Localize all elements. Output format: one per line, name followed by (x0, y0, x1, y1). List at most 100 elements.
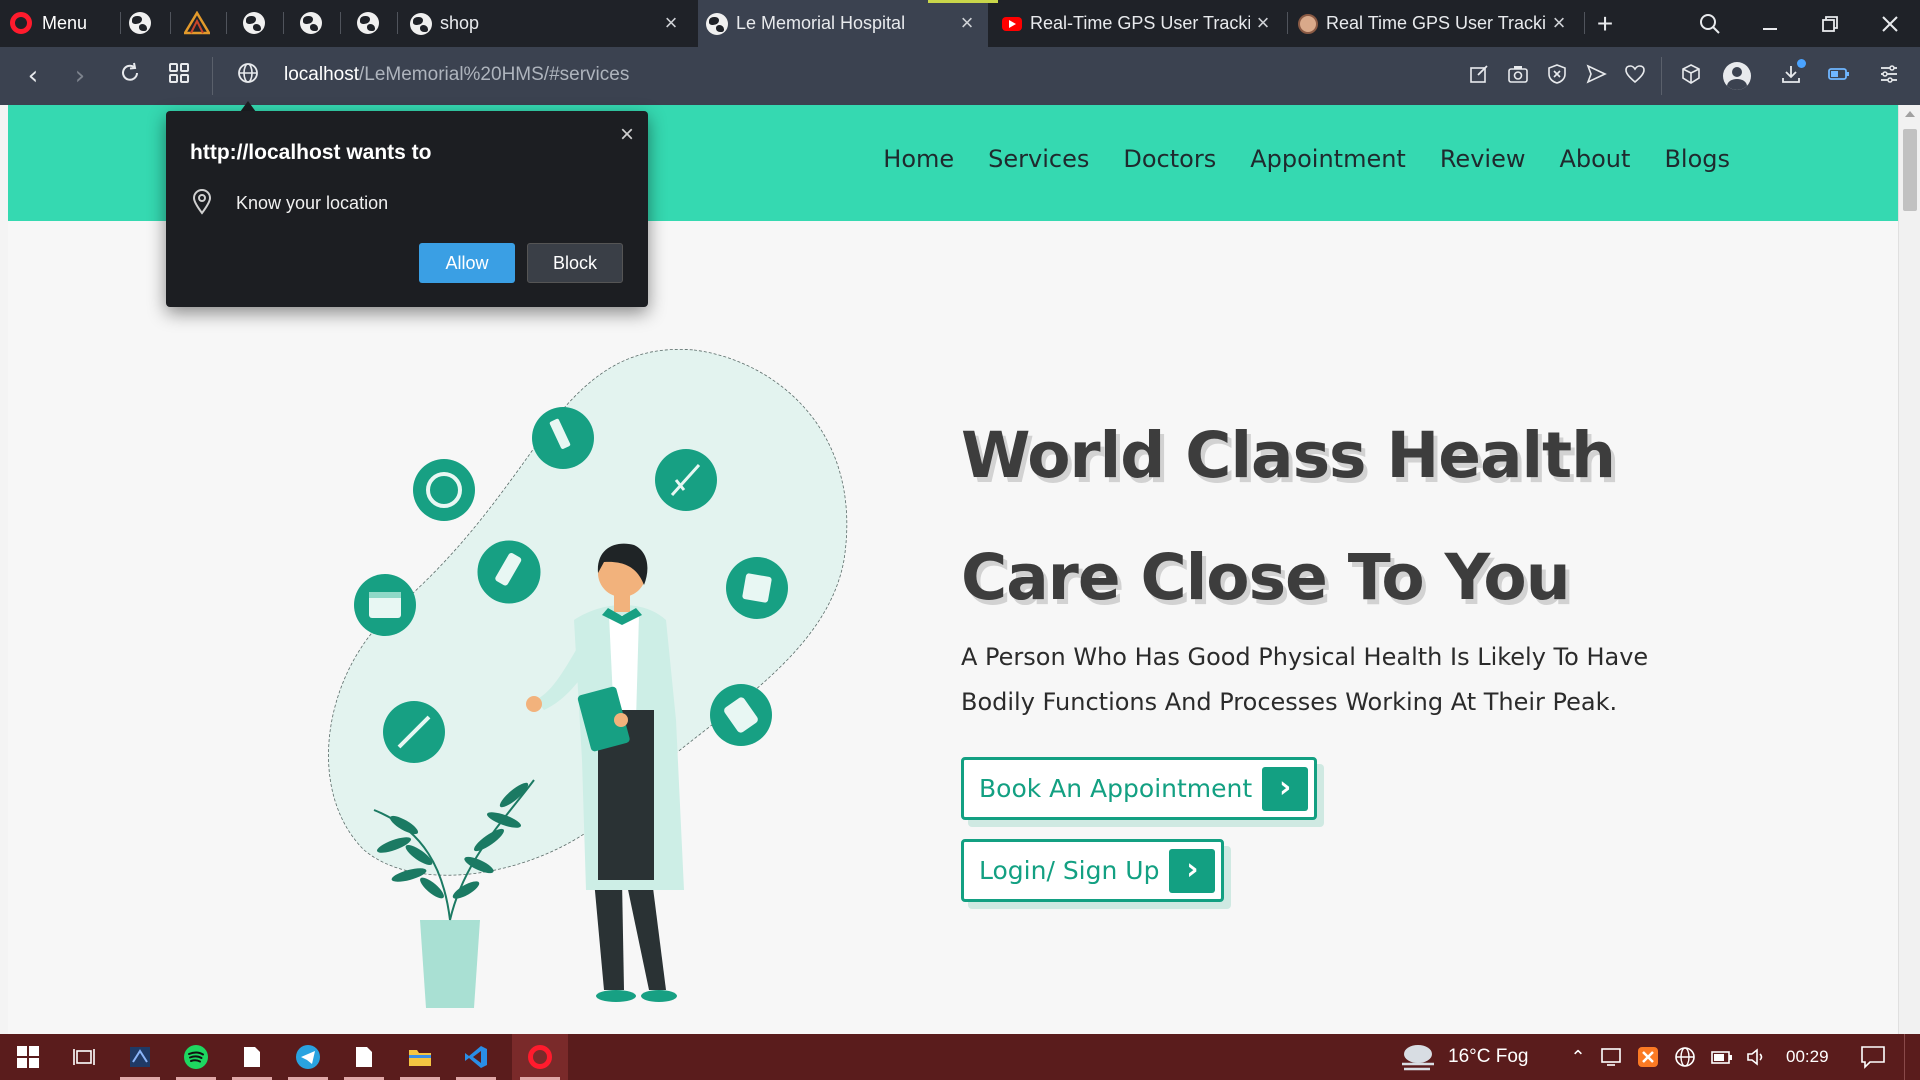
site-info-globe-icon[interactable] (233, 61, 263, 91)
tab-close-icon[interactable]: × (956, 12, 978, 34)
file-explorer-icon[interactable] (392, 1034, 448, 1080)
tab-close-icon[interactable]: × (660, 12, 682, 34)
reload-icon[interactable] (115, 61, 145, 91)
clock[interactable]: 00:29 (1786, 1047, 1829, 1067)
login-signup-button[interactable]: Login/ Sign Up › (961, 839, 1225, 902)
profile-avatar-icon[interactable] (1723, 62, 1751, 90)
extensions-cube-icon[interactable] (1678, 63, 1704, 89)
send-icon[interactable] (1583, 63, 1609, 89)
battery-saver-icon[interactable] (1826, 63, 1852, 89)
download-badge (1797, 59, 1806, 68)
pinned-tab-3[interactable] (239, 8, 269, 38)
url-host: localhost (284, 64, 359, 85)
hero-subtitle: A Person Who Has Good Physical Health Is… (961, 643, 1649, 716)
globe-icon (706, 12, 728, 35)
tab-gps-tracking-youtube[interactable]: Real-Time GPS User Trackin × (994, 0, 1284, 47)
block-button[interactable]: Block (527, 243, 623, 283)
downloads-icon[interactable] (1778, 59, 1806, 89)
opera-menu-button[interactable]: Menu (10, 8, 87, 38)
nav-home[interactable]: Home (883, 145, 954, 173)
chevron-right-icon: › (1169, 848, 1216, 893)
document-icon[interactable] (224, 1034, 280, 1080)
browser-tab-strip: Menu shop × Le Memorial Hospital × Real-… (0, 0, 1920, 47)
task-view-icon[interactable] (56, 1034, 112, 1080)
tab-le-memorial-hospital[interactable]: Le Memorial Hospital × (698, 0, 998, 47)
network-screen-icon[interactable] (1600, 1046, 1622, 1068)
address-bar: ‹ › localhost/LeMemorial%20HMS/#services (0, 47, 1920, 105)
tab-title: Real Time GPS User Trackin (1326, 13, 1546, 33)
restore-icon[interactable] (1800, 0, 1860, 47)
page-scrollbar[interactable] (1898, 105, 1920, 1034)
pinned-tab-1[interactable] (125, 8, 155, 38)
document-icon[interactable] (336, 1034, 392, 1080)
tab-gps-tracking[interactable]: Real Time GPS User Trackin × (1290, 0, 1580, 47)
close-window-icon[interactable] (1860, 0, 1920, 47)
nav-appointment[interactable]: Appointment (1250, 145, 1406, 173)
nav-blogs[interactable]: Blogs (1664, 145, 1730, 173)
easy-setup-icon[interactable] (1876, 63, 1902, 89)
visual-studio-icon[interactable] (112, 1034, 168, 1080)
tab-separator (340, 12, 341, 34)
tab-shop[interactable]: shop × (402, 0, 692, 47)
vscode-icon[interactable] (448, 1034, 504, 1080)
start-button[interactable] (0, 1034, 56, 1080)
globe-icon (410, 12, 432, 35)
pinned-tab-4[interactable] (296, 8, 326, 38)
heart-icon[interactable] (1622, 63, 1648, 89)
camera-icon[interactable] (1505, 63, 1531, 89)
pinned-tab-5[interactable] (353, 8, 383, 38)
tab-close-icon[interactable]: × (1252, 12, 1274, 34)
nav-about[interactable]: About (1559, 145, 1630, 173)
volume-icon[interactable] (1745, 1046, 1767, 1068)
back-icon[interactable]: ‹ (18, 61, 48, 91)
chevron-up-icon[interactable]: ⌃ (1567, 1046, 1589, 1068)
nav-services[interactable]: Services (988, 145, 1089, 173)
toolbar-separator (1661, 57, 1662, 95)
url-field[interactable]: localhost/LeMemorial%20HMS/#services (284, 64, 629, 86)
scroll-up-arrow-icon[interactable] (1905, 111, 1915, 117)
tab-separator (170, 12, 171, 34)
close-icon[interactable]: × (620, 123, 634, 147)
tab-title: Le Memorial Hospital (736, 13, 906, 33)
book-appointment-button[interactable]: Book An Appointment › (961, 757, 1318, 820)
tab-grid-icon[interactable] (164, 61, 194, 91)
globe-icon (243, 12, 265, 34)
fog-weather-icon (1402, 1045, 1434, 1071)
allow-button[interactable]: Allow (419, 243, 515, 283)
windows-logo-icon (17, 1046, 39, 1068)
opera-browser-icon[interactable] (512, 1034, 568, 1080)
tab-title: Real-Time GPS User Trackin (1030, 13, 1250, 33)
globe-icon (300, 12, 322, 34)
battery-icon[interactable] (1710, 1046, 1732, 1068)
new-tab-plus-icon[interactable]: + (1575, 0, 1635, 47)
weather-readout[interactable]: 16°C Fog (1448, 1046, 1528, 1068)
tab-separator (283, 12, 284, 34)
permission-description: Know your location (236, 193, 389, 213)
windows-taskbar: 16°C Fog ⌃ 00:29 (0, 1034, 1920, 1080)
minimize-icon[interactable] (1740, 0, 1800, 47)
search-tabs-icon[interactable] (1680, 0, 1740, 47)
location-permission-popup: http://localhost wants to × Know your lo… (166, 111, 648, 307)
hero-title: World Class Health Care Close To You (961, 395, 1721, 639)
telegram-icon[interactable] (280, 1034, 336, 1080)
tab-separator (1287, 12, 1288, 34)
youtube-icon (1002, 16, 1022, 31)
profile-favicon-icon (1298, 13, 1318, 34)
nav-doctors[interactable]: Doctors (1123, 145, 1216, 173)
login-signup-label: Login/ Sign Up (979, 856, 1160, 885)
show-desktop-divider[interactable] (1904, 1034, 1905, 1080)
menu-label: Menu (42, 12, 88, 33)
forward-icon[interactable]: › (65, 61, 95, 91)
pinned-tab-2[interactable] (182, 8, 212, 38)
edit-snapshot-icon[interactable] (1466, 63, 1492, 89)
notifications-icon[interactable] (1860, 1045, 1885, 1069)
chevron-right-icon: › (1262, 766, 1309, 811)
xampp-icon[interactable] (1637, 1046, 1659, 1068)
tab-close-icon[interactable]: × (1548, 12, 1570, 34)
site-nav: Home Services Doctors Appointment Review… (883, 145, 1730, 173)
spotify-icon[interactable] (168, 1034, 224, 1080)
adblock-icon[interactable] (1544, 63, 1570, 89)
globe-network-icon[interactable] (1674, 1046, 1696, 1068)
scroll-thumb[interactable] (1903, 129, 1917, 211)
nav-review[interactable]: Review (1440, 145, 1526, 173)
